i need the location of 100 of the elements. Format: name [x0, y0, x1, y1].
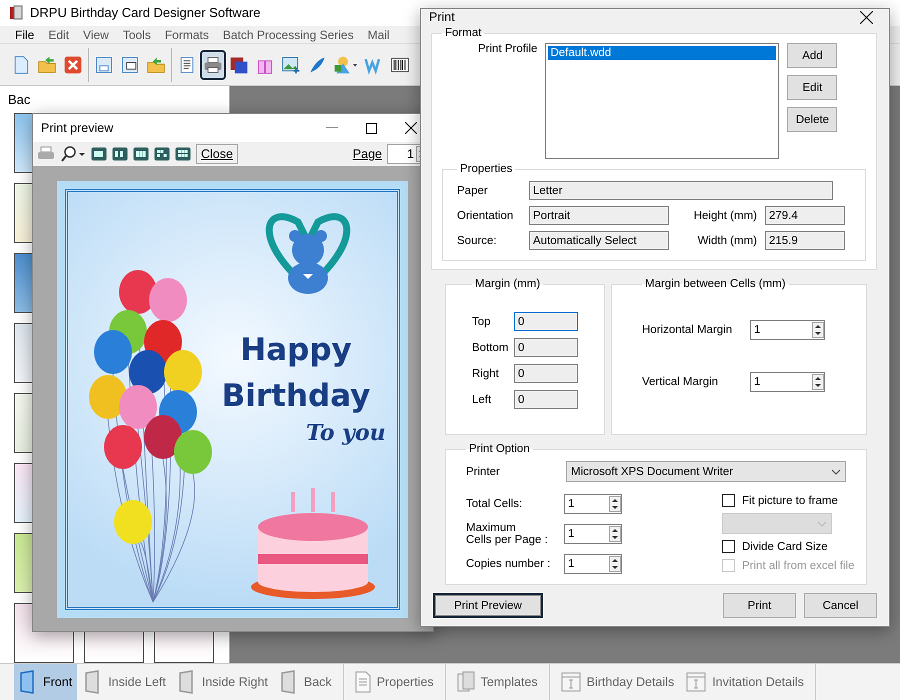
field-label: Print Profile — [478, 43, 538, 55]
zoom-icon[interactable] — [60, 146, 86, 162]
close-icon[interactable] — [405, 122, 417, 134]
layers-icon — [229, 54, 249, 75]
menu-item[interactable]: Tools — [116, 28, 158, 42]
bottom-tab[interactable]: Front — [14, 664, 78, 700]
checkbox[interactable] — [722, 540, 735, 553]
field-label: Vertical Margin — [642, 376, 720, 388]
chevron-down-icon — [817, 520, 827, 526]
margin-field[interactable]: 0 — [514, 390, 578, 409]
spin-box[interactable]: 1 — [750, 372, 825, 392]
dialog-button[interactable]: Print — [723, 593, 796, 618]
field-label: Source: — [457, 234, 498, 246]
list-item[interactable]: Default.wdd — [548, 46, 776, 60]
window-title: Print — [429, 10, 455, 24]
menu-item[interactable]: Formats — [158, 28, 216, 42]
chevron-down-icon — [831, 468, 841, 474]
text-field-icon — [686, 672, 706, 692]
page-layout-icon[interactable] — [133, 147, 149, 161]
card-heading: Birthday — [222, 377, 370, 416]
dialog-button[interactable]: Edit — [787, 75, 838, 100]
margin-field[interactable]: 0 — [514, 338, 578, 357]
group-label: Margin (mm) — [474, 278, 542, 290]
dialog-button[interactable]: Add — [787, 43, 838, 68]
bottom-tab[interactable]: Birthday Details — [556, 664, 680, 700]
folder-icon — [37, 54, 57, 75]
group-label: Properties — [459, 163, 514, 175]
field-label: Maximum Cells per Page : — [466, 522, 549, 546]
spin-arrows-icon — [812, 322, 824, 338]
field-label: Top — [472, 316, 492, 328]
field-label: Horizontal Margin — [642, 324, 734, 336]
field-label: Left — [472, 394, 492, 406]
menu-item[interactable]: File — [8, 28, 42, 42]
dialog-button[interactable]: Cancel — [804, 593, 877, 618]
margin-field[interactable]: 0 — [514, 364, 578, 383]
spin-box[interactable]: 1 — [564, 524, 622, 544]
folder-icon — [146, 54, 166, 75]
source-field: Automatically Select — [529, 231, 669, 250]
group-label: Margin between Cells (mm) — [644, 278, 787, 290]
close-icon — [63, 54, 83, 75]
dialog-button[interactable]: Delete — [787, 107, 838, 132]
bottom-tab[interactable]: Inside Right — [172, 664, 273, 700]
window-title: DRPU Birthday Card Designer Software — [30, 5, 260, 20]
checkbox[interactable] — [722, 494, 735, 507]
printer-dropdown[interactable]: Microsoft XPS Document Writer — [566, 461, 846, 482]
field-label: Width (mm) — [696, 234, 757, 246]
close-button[interactable]: Close — [196, 144, 238, 164]
width-field: 215.9 — [765, 231, 845, 250]
page-icon — [178, 670, 196, 694]
menu-item[interactable]: Batch Processing Series — [216, 28, 361, 42]
menu-item[interactable]: View — [76, 28, 116, 42]
text-field-icon — [560, 672, 581, 692]
printer-icon — [203, 54, 223, 75]
picture-icon — [281, 54, 301, 75]
pages-icon — [456, 670, 475, 693]
bottom-tab[interactable]: Templates — [452, 664, 543, 700]
group-label: Print Option — [468, 443, 531, 455]
printer-icon[interactable] — [37, 146, 55, 162]
bottom-tab[interactable]: Properties — [350, 664, 439, 700]
checkbox-option[interactable]: Fit picture to frame — [722, 494, 854, 507]
menu-item[interactable]: Mail — [360, 28, 397, 42]
menu-item[interactable]: Edit — [41, 28, 76, 42]
panel-title: Bac — [8, 92, 32, 107]
shapes-icon — [333, 54, 358, 75]
close-icon[interactable] — [860, 10, 873, 24]
print-preview-button[interactable]: Print Preview — [433, 593, 543, 618]
window-title: Print preview — [41, 121, 114, 135]
toolbar-button[interactable] — [200, 50, 226, 80]
card-heading: Happy — [240, 331, 352, 370]
checkbox-option[interactable]: Divide Card Size — [722, 540, 854, 553]
field-label: Printer — [466, 466, 501, 478]
spin-arrows-icon — [609, 556, 621, 572]
field-label: Orientation — [457, 210, 514, 222]
field-label: Paper — [457, 184, 489, 196]
bottom-tab[interactable]: Invitation Details — [681, 664, 809, 700]
app-icon — [8, 4, 24, 21]
page-layout-icon[interactable] — [175, 147, 191, 161]
bottom-tab[interactable]: Back — [274, 664, 337, 700]
page-label: Page — [352, 147, 382, 161]
paper-field: Letter — [529, 181, 833, 200]
page-icon — [19, 670, 37, 694]
bottom-tab[interactable]: Inside Left — [79, 664, 171, 700]
page-layout-icon[interactable] — [112, 147, 128, 161]
spin-box[interactable]: 1 — [564, 554, 622, 574]
page-layout-icon[interactable] — [91, 147, 107, 161]
minimize-icon[interactable] — [326, 127, 338, 129]
field-label: Right — [472, 368, 500, 380]
spin-arrows-icon — [609, 496, 621, 512]
height-field: 279.4 — [765, 206, 845, 225]
spin-arrows-icon — [609, 526, 621, 542]
document-icon — [354, 670, 371, 693]
spin-box[interactable]: 1 — [564, 494, 622, 514]
field-label: Bottom — [472, 342, 506, 354]
field-label: Total Cells: — [466, 498, 524, 510]
maximize-icon[interactable] — [366, 122, 377, 134]
page-layout-icon[interactable] — [154, 147, 170, 161]
field-label: Height (mm) — [692, 210, 757, 222]
spin-box[interactable]: 1 — [750, 320, 825, 340]
margin-field[interactable]: 0 — [514, 312, 578, 331]
orientation-field: Portrait — [529, 206, 669, 225]
